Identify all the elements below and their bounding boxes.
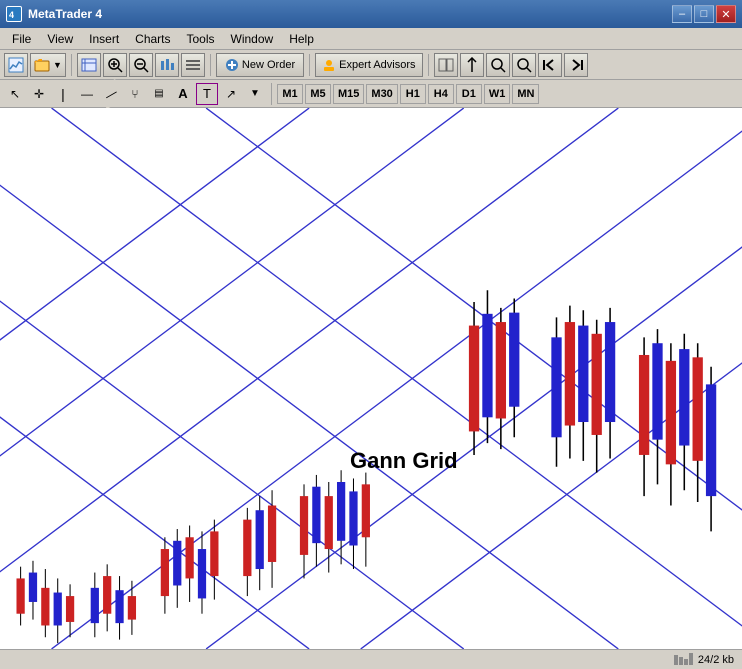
vertical-line-tool[interactable]: | — [52, 83, 74, 105]
candlestick-chart — [0, 108, 742, 649]
svg-text:4: 4 — [9, 10, 14, 20]
size-icon — [674, 653, 694, 667]
open-button[interactable]: ▼ — [30, 53, 66, 77]
tf-m1[interactable]: M1 — [277, 84, 303, 104]
window-title: MetaTrader 4 — [28, 7, 102, 21]
minimize-button[interactable]: – — [672, 5, 692, 23]
cursor-tool[interactable]: ↖ — [4, 83, 26, 105]
options-button[interactable] — [460, 53, 484, 77]
menu-insert[interactable]: Insert — [81, 30, 127, 48]
zoom-in-chart-button[interactable] — [486, 53, 510, 77]
tf-d1[interactable]: D1 — [456, 84, 482, 104]
title-bar: 4 MetaTrader 4 – □ ✕ — [0, 0, 742, 28]
zoom-out-button[interactable] — [129, 53, 153, 77]
separator4 — [428, 54, 429, 76]
scroll-right-button[interactable] — [564, 53, 588, 77]
menu-view[interactable]: View — [39, 30, 81, 48]
separator3 — [309, 54, 310, 76]
tf-mn[interactable]: MN — [512, 84, 539, 104]
horizontal-line-tool[interactable]: — — [76, 83, 98, 105]
menu-window[interactable]: Window — [223, 30, 282, 48]
size-value: 24/2 kb — [698, 654, 734, 666]
scroll-left-button[interactable] — [538, 53, 562, 77]
status-bar: 24/2 kb — [0, 649, 742, 669]
app-icon: 4 — [6, 6, 22, 22]
tf-m30[interactable]: M30 — [366, 84, 397, 104]
text-tool[interactable]: A — [172, 83, 194, 105]
toolbar1: ▼ New Order Expert Advisors — [0, 50, 742, 80]
tf-h4[interactable]: H4 — [428, 84, 454, 104]
close-button[interactable]: ✕ — [716, 5, 736, 23]
new-chart-button[interactable] — [4, 53, 28, 77]
arrow-down-tool[interactable]: ▼ — [244, 83, 266, 105]
menu-charts[interactable]: Charts — [127, 30, 178, 48]
new-order-button[interactable]: New Order — [216, 53, 304, 77]
chart-size: 24/2 kb — [674, 653, 734, 667]
tf-m15[interactable]: M15 — [333, 84, 364, 104]
separator2 — [210, 54, 211, 76]
separator1 — [71, 54, 72, 76]
expert-advisors-button[interactable]: Expert Advisors — [315, 53, 422, 77]
properties-button[interactable] — [181, 53, 205, 77]
arrow-tool[interactable]: ↗ — [220, 83, 242, 105]
tf-m5[interactable]: M5 — [305, 84, 331, 104]
label-tool[interactable]: T — [196, 83, 218, 105]
menu-help[interactable]: Help — [281, 30, 322, 48]
chart-type-button[interactable] — [155, 53, 179, 77]
zoom-out-chart-button[interactable] — [512, 53, 536, 77]
menu-bar: File View Insert Charts Tools Window Hel… — [0, 28, 742, 50]
new-order-label: New Order — [242, 59, 295, 71]
profiles-button[interactable] — [77, 53, 101, 77]
crosshair-tool[interactable]: ✛ — [28, 83, 50, 105]
maximize-button[interactable]: □ — [694, 5, 714, 23]
separator5 — [271, 83, 272, 105]
window-controls: – □ ✕ — [672, 5, 736, 23]
tf-w1[interactable]: W1 — [484, 84, 511, 104]
pitchfork-tool[interactable]: ⑂ — [124, 83, 146, 105]
zoom-in-button[interactable] — [103, 53, 127, 77]
expert-advisors-label: Expert Advisors — [339, 59, 415, 71]
tf-h1[interactable]: H1 — [400, 84, 426, 104]
trend-line-tool[interactable]: — — [96, 78, 126, 108]
menu-file[interactable]: File — [4, 30, 39, 48]
chart-label: Gann Grid — [350, 448, 458, 474]
menu-tools[interactable]: Tools — [179, 30, 223, 48]
history-center-button[interactable] — [434, 53, 458, 77]
fib-tool[interactable]: ▤ — [148, 83, 170, 105]
chart-area[interactable]: Gann Grid — [0, 108, 742, 649]
toolbar2: ↖ ✛ | — — ⑂ ▤ A T ↗ ▼ M1 M5 M15 M30 H1 H… — [0, 80, 742, 108]
